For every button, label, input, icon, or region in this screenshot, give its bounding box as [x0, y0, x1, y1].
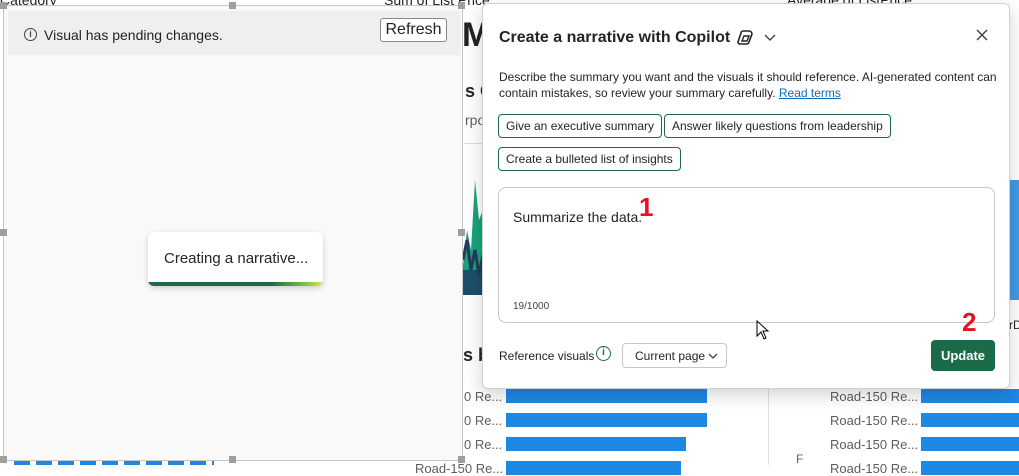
- bg-area-chart: [463, 180, 483, 295]
- refresh-button[interactable]: Refresh: [380, 18, 447, 42]
- chevron-down-icon[interactable]: [763, 30, 777, 44]
- resize-handle-left[interactable]: [0, 229, 7, 236]
- bar-label: 0 Re...: [464, 389, 503, 404]
- bar-label: Road-150 Re...: [830, 413, 919, 428]
- loading-progress-bar: [148, 282, 323, 286]
- pending-message: Visual has pending changes.: [44, 27, 223, 43]
- bar: [506, 461, 681, 475]
- close-icon[interactable]: [975, 28, 989, 42]
- panel-title: Create a narrative with Copilot: [499, 29, 731, 46]
- annotation-step-2: 2: [962, 307, 977, 337]
- description-text: Describe the summary you want and the vi…: [499, 70, 997, 100]
- resize-handle-top[interactable]: [229, 2, 236, 9]
- resize-handle-top-left[interactable]: [0, 2, 7, 9]
- read-terms-link[interactable]: Read terms: [779, 86, 841, 100]
- bg-axis-fragment: F: [796, 452, 804, 466]
- bar-label: Road-150 Re...: [830, 461, 919, 476]
- resize-handle-bottom-right[interactable]: [458, 456, 465, 463]
- bar-label: 0 Re...: [464, 413, 503, 428]
- resize-handle-bottom-left[interactable]: [0, 456, 7, 463]
- mouse-cursor-icon: [756, 320, 770, 340]
- annotation-step-1: 1: [639, 192, 654, 222]
- copilot-icon: [737, 30, 753, 45]
- bar: [506, 437, 686, 451]
- update-button[interactable]: Update: [931, 340, 995, 371]
- panel-description: Describe the summary you want and the vi…: [499, 69, 999, 101]
- bar: [921, 413, 1019, 427]
- copilot-narrative-panel: Create a narrative with Copilot Describe…: [482, 3, 1010, 389]
- bg-divider: [464, 143, 484, 144]
- bg-divider: [768, 380, 769, 465]
- dropdown-selected: Current page: [635, 349, 706, 363]
- bar: [506, 413, 707, 427]
- loading-message: Creating a narrative...: [164, 250, 309, 267]
- suggestion-bulleted-insights[interactable]: Create a bulleted list of insights: [498, 147, 681, 171]
- bar: [506, 389, 707, 403]
- suggestion-executive-summary[interactable]: Give an executive summary: [498, 114, 663, 138]
- bar: [921, 461, 1019, 475]
- suggestion-leadership-questions[interactable]: Answer likely questions from leadership: [664, 114, 891, 138]
- bar: [921, 437, 1019, 451]
- info-icon: i: [24, 28, 37, 41]
- bar: [921, 389, 1019, 403]
- chevron-down-icon: [708, 353, 718, 359]
- bg-right-subtitle: rD: [1009, 318, 1019, 332]
- bar-label: Road-150 Re...: [830, 437, 919, 452]
- prompt-value[interactable]: Summarize the data.: [513, 209, 642, 225]
- narrative-visual[interactable]: i Visual has pending changes. Refresh Cr…: [3, 5, 463, 461]
- bar-label: Road-150 Re...: [830, 389, 919, 404]
- prompt-input[interactable]: Summarize the data. 19/1000: [498, 187, 995, 323]
- loading-card: Creating a narrative...: [148, 232, 323, 286]
- bar-label: Road-150 Re...: [415, 461, 504, 476]
- pending-changes-banner: i Visual has pending changes. Refresh: [8, 11, 460, 55]
- character-count: 19/1000: [513, 301, 550, 312]
- resize-handle-top-right[interactable]: [458, 2, 465, 9]
- reference-visuals-label: Reference visuals: [499, 349, 595, 363]
- resize-handle-bottom[interactable]: [229, 456, 236, 463]
- reference-visuals-dropdown[interactable]: Current page: [622, 343, 727, 368]
- bar-label: 0 Re...: [464, 437, 503, 452]
- info-icon[interactable]: i: [596, 346, 611, 361]
- resize-handle-right[interactable]: [458, 229, 465, 236]
